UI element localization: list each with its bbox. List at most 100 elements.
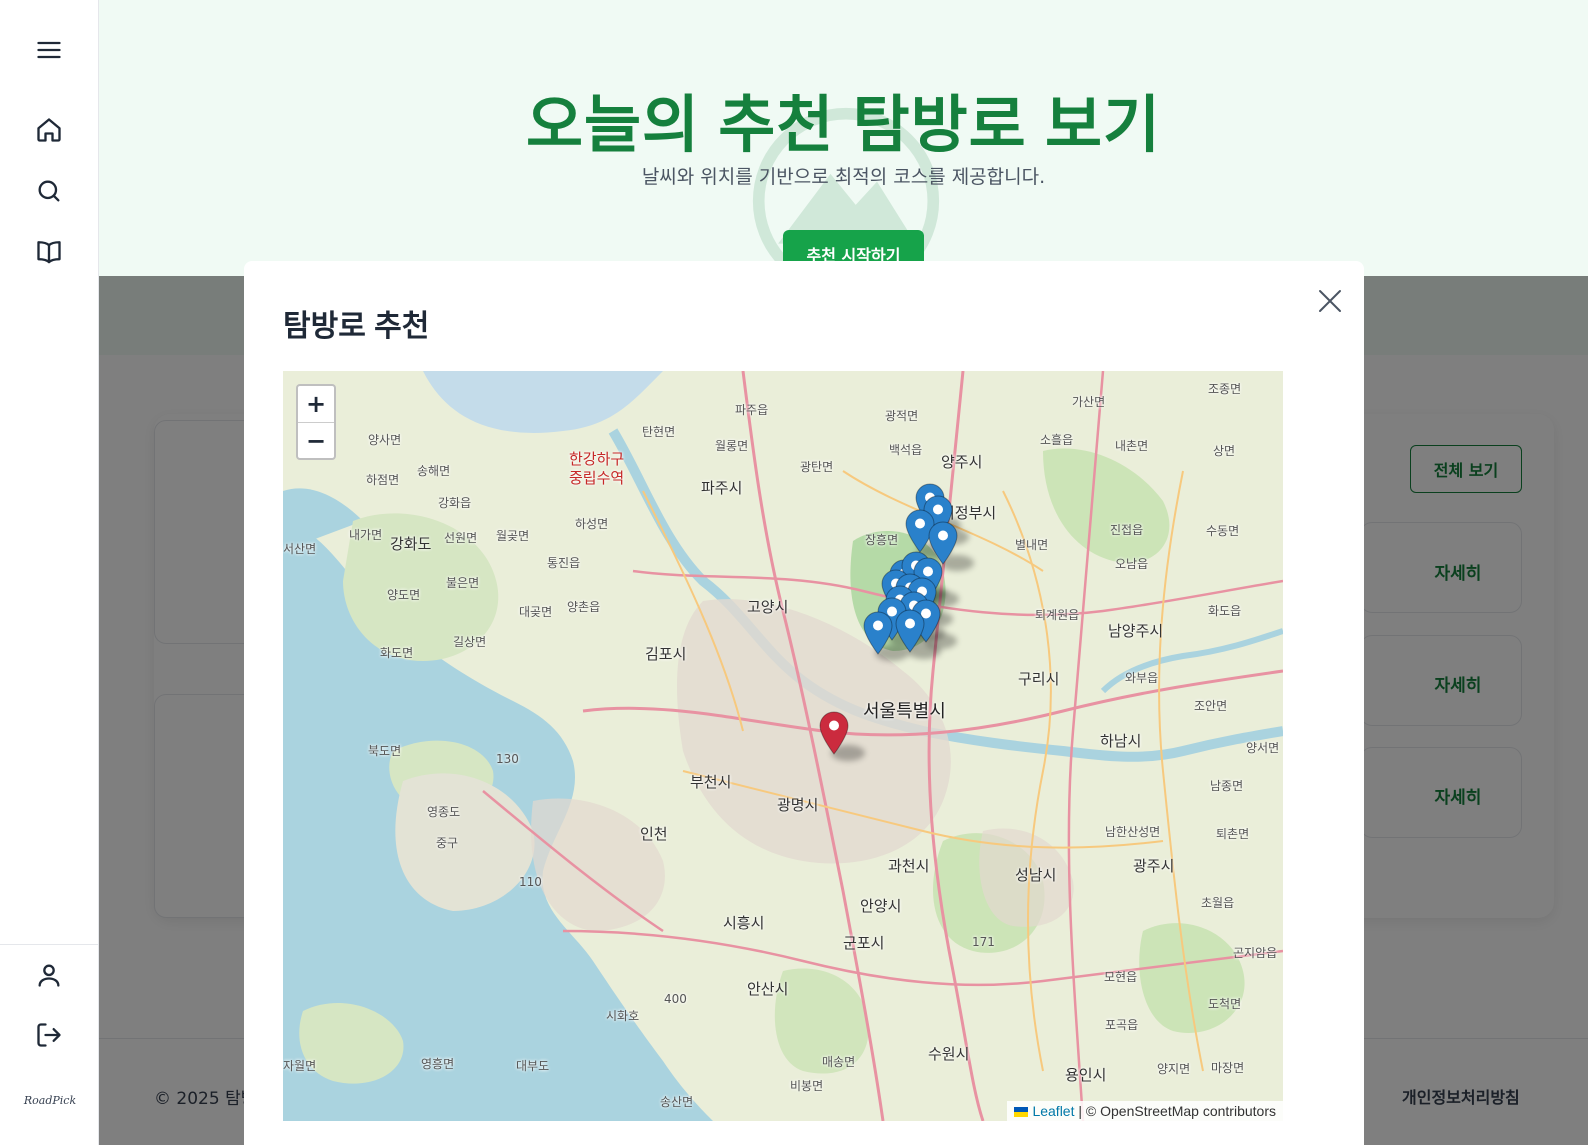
map-label: 곤지암읍 — [1233, 946, 1278, 960]
map-label: 와부읍 — [1125, 671, 1159, 685]
map-label: 선원면 — [444, 531, 478, 545]
logout-icon[interactable] — [33, 1019, 65, 1051]
map-label: 월롱면 — [715, 439, 749, 453]
map-label: 김포시 — [645, 645, 687, 663]
map-label: 부천시 — [690, 773, 732, 791]
map-label: 광탄면 — [800, 460, 834, 474]
map-label: 초월읍 — [1201, 896, 1235, 910]
map-label: 화도읍 — [1208, 604, 1242, 618]
map-label: 오남읍 — [1115, 557, 1149, 571]
map-label: 400 — [664, 992, 687, 1006]
map-label: 소흘읍 — [1040, 433, 1074, 447]
map-label: 통진읍 — [547, 556, 581, 570]
map-label: 퇴계원읍 — [1035, 608, 1080, 622]
map-label: 영종도 — [427, 805, 461, 819]
sidebar: RoadPick — [0, 0, 99, 1145]
map-label: 군포시 — [843, 934, 885, 952]
sidebar-divider — [0, 944, 99, 945]
map-label: 조종면 — [1208, 382, 1242, 396]
map-label: 양지면 — [1157, 1062, 1191, 1076]
map-label: 내가면 — [349, 528, 383, 542]
book-icon[interactable] — [33, 235, 65, 267]
map-label: 포곡읍 — [1105, 1018, 1139, 1032]
map-label: 자월면 — [283, 1059, 317, 1073]
map-label: 조안면 — [1194, 699, 1228, 713]
map-label: 월곶면 — [496, 529, 530, 543]
map-attribution: Leaflet | © OpenStreetMap contributors — [1007, 1101, 1283, 1121]
map-label: 불은면 — [446, 576, 480, 590]
zoom-control: + − — [296, 384, 336, 460]
trail-marker-pin-icon[interactable] — [895, 609, 925, 653]
map-label: 남한산성면 — [1105, 825, 1161, 839]
map-label: 퇴촌면 — [1216, 827, 1250, 841]
map-label: 중립수역 — [569, 469, 625, 487]
search-icon[interactable] — [33, 175, 65, 207]
map-label: 파주시 — [701, 479, 743, 497]
map-label: 고양시 — [747, 598, 789, 616]
map-label: 서산면 — [283, 542, 317, 556]
map-label: 강화도 — [390, 535, 432, 553]
menu-icon[interactable] — [33, 34, 65, 66]
map-label: 모현읍 — [1104, 970, 1138, 984]
map-label: 대부도 — [516, 1059, 550, 1073]
hero-subtitle: 날씨와 위치를 기반으로 최적의 코스를 제공합니다. — [641, 166, 1046, 188]
map-label: 장흥면 — [865, 533, 899, 547]
map-label: 상면 — [1213, 444, 1236, 458]
map-label: 파주읍 — [735, 403, 769, 417]
map-label: 매송면 — [822, 1055, 856, 1069]
zoom-out-button[interactable]: − — [298, 422, 334, 458]
leaflet-link[interactable]: Leaflet — [1032, 1103, 1074, 1119]
close-icon[interactable] — [1315, 286, 1345, 316]
home-icon[interactable] — [33, 114, 65, 146]
trail-map[interactable]: 파주읍 광적면 가산면 조종면 양사면 탄현면 월롱면 백석읍 양주시 소흘읍 … — [283, 371, 1283, 1121]
map-label: 안양시 — [860, 897, 902, 915]
map-label: 중구 — [436, 836, 459, 850]
map-label: 송산면 — [660, 1095, 694, 1109]
map-label: 인천 — [640, 825, 668, 843]
map-label: 용인시 — [1065, 1066, 1107, 1084]
map-label: 가산면 — [1072, 395, 1106, 409]
map-label: 한강하구 — [569, 450, 625, 468]
map-label: 별내면 — [1015, 538, 1049, 552]
map-label: 화도면 — [380, 646, 414, 660]
map-label: 광명시 — [777, 796, 819, 814]
map-label: 수동면 — [1206, 524, 1240, 538]
map-label: 130 — [496, 752, 519, 766]
ukraine-flag-icon — [1014, 1107, 1029, 1117]
app-logo: RoadPick — [23, 1094, 77, 1107]
map-label: 하점면 — [366, 473, 400, 487]
zoom-in-button[interactable]: + — [298, 386, 334, 422]
map-label: 송해면 — [417, 464, 451, 478]
map-label: 시화호 — [606, 1009, 640, 1023]
map-label: 탄현면 — [642, 425, 676, 439]
map-label: 광적면 — [885, 409, 919, 423]
map-label: 성남시 — [1015, 866, 1057, 884]
map-label: 안산시 — [747, 980, 789, 998]
trail-recommendation-modal: 탐방로 추천 파주읍 광적면 가산면 조종면 양사면 탄현면 월롱면 백석읍 양… — [244, 261, 1364, 1145]
map-label: 길상면 — [453, 635, 487, 649]
modal-title: 탐방로 추천 — [283, 310, 430, 343]
map-label: 대곶면 — [519, 605, 553, 619]
map-label: 비봉면 — [790, 1079, 824, 1093]
map-label: 북도면 — [368, 744, 402, 758]
map-label: 도척면 — [1208, 997, 1242, 1011]
current-location-pin-icon[interactable] — [819, 711, 849, 755]
map-label: 서울특별시 — [863, 701, 946, 722]
map-label: 진접읍 — [1110, 523, 1144, 537]
map-label: 마장면 — [1211, 1061, 1245, 1075]
map-label: 110 — [519, 875, 542, 889]
map-label: 171 — [972, 935, 995, 949]
map-label: 양촌읍 — [567, 600, 601, 614]
map-label: 영흥면 — [421, 1057, 455, 1071]
map-label: 하성면 — [575, 517, 609, 531]
map-label: 양도면 — [387, 588, 421, 602]
map-label: 내촌면 — [1115, 439, 1149, 453]
map-label: 양서면 — [1246, 741, 1280, 755]
map-label: 수원시 — [928, 1045, 970, 1063]
user-icon[interactable] — [33, 959, 65, 991]
hero-title: 오늘의 추천 탐방로 보기 — [525, 91, 1162, 160]
map-label: 백석읍 — [889, 443, 923, 457]
map-label: 광주시 — [1133, 857, 1175, 875]
map-label: 시흥시 — [723, 914, 765, 932]
trail-marker-pin-icon[interactable] — [863, 611, 893, 655]
